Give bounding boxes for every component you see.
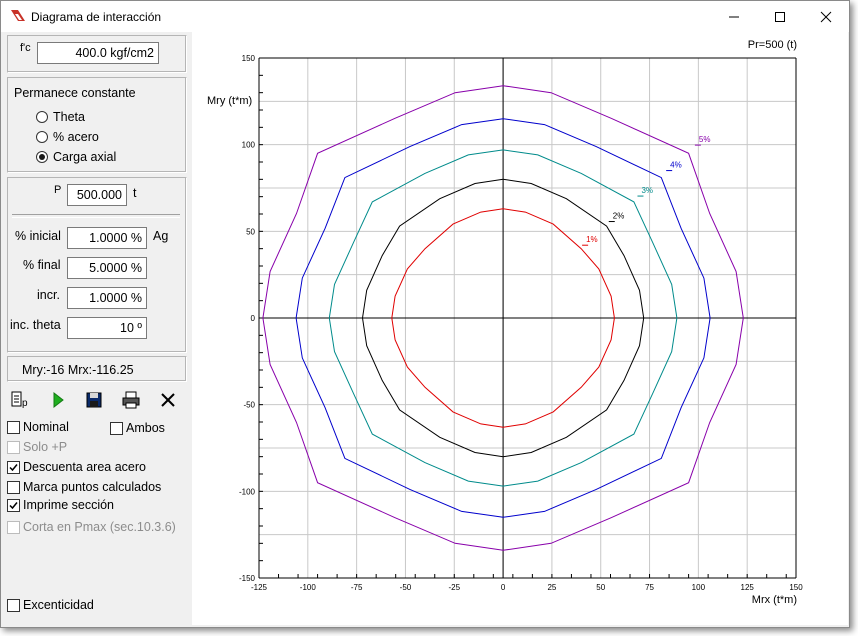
window-title: Diagrama de interacción (31, 10, 162, 24)
y-axis-label: Mry (t*m) (207, 95, 252, 107)
print-icon (122, 391, 140, 409)
radio-theta-label: Theta (53, 110, 85, 124)
section-icon: p (11, 391, 28, 409)
ambos-checkbox[interactable] (110, 422, 123, 435)
solo-p-label: Solo +P (23, 440, 68, 454)
check-icon (9, 502, 18, 510)
title-bar[interactable]: Diagrama de interacción (1, 1, 849, 32)
minimize-icon (729, 16, 739, 18)
close-x-icon (161, 393, 175, 407)
x-tick-label: 125 (741, 583, 755, 592)
chart-area: -125 -100 -75 -50 -25 0 25 50 75 100 125 150 150 100 5… (192, 32, 848, 625)
print-button[interactable] (121, 390, 141, 410)
imprime-label: Imprime sección (23, 498, 114, 512)
radio-acero[interactable] (36, 131, 48, 143)
status-text: Mry:-16 Mrx:-116.25 (22, 363, 134, 377)
curve-label: 2% (613, 212, 625, 221)
curve-label: 5% (699, 135, 711, 144)
app-window: Diagrama de interacción f'c 400.0 kgf/cm… (0, 0, 850, 628)
inc-theta-input[interactable]: 10 º (67, 317, 147, 339)
section-button-label: p (22, 398, 28, 409)
interaction-diagram[interactable]: -125 -100 -75 -50 -25 0 25 50 75 100 125 150 150 100 5… (192, 32, 848, 625)
descuenta-label: Descuenta area acero (23, 460, 146, 474)
y-tick-label: -150 (239, 574, 256, 583)
close-button[interactable] (803, 1, 849, 32)
minimize-button[interactable] (711, 1, 757, 32)
tick-labels: -125 -100 -75 -50 -25 0 25 50 75 100 125 150 150 100 5… (239, 54, 803, 592)
x-tick-label: 25 (547, 583, 556, 592)
x-tick-label: 50 (596, 583, 605, 592)
pct-inicial-label: % inicial (15, 229, 61, 243)
check-icon (9, 464, 18, 472)
save-button[interactable] (84, 390, 104, 410)
pct-inicial-unit: Ag (153, 229, 169, 243)
corner-label: Pr=500 (t) (748, 39, 797, 51)
y-tick-label: 150 (242, 54, 256, 63)
x-tick-label: -75 (351, 583, 363, 592)
x-tick-label: -25 (448, 583, 460, 592)
control-panel: f'c 400.0 kgf/cm2 Permanece constante Th… (2, 32, 191, 624)
section-button[interactable]: p (10, 390, 30, 410)
clear-button[interactable] (158, 390, 178, 410)
x-tick-label: 100 (692, 583, 706, 592)
save-icon (86, 392, 102, 408)
incr-label: incr. (37, 288, 60, 302)
corta-checkbox (7, 521, 20, 534)
app-icon (11, 10, 25, 21)
play-icon (53, 391, 64, 409)
ambos-label: Ambos (126, 421, 165, 435)
y-tick-label: 0 (251, 314, 256, 323)
close-icon (820, 11, 832, 23)
inc-theta-label: inc. theta (10, 318, 61, 332)
p-label: P (54, 184, 62, 196)
radio-carga-axial[interactable] (36, 151, 48, 163)
x-tick-label: -125 (251, 583, 268, 592)
solo-p-checkbox (7, 441, 20, 454)
nominal-checkbox[interactable] (7, 421, 20, 434)
incr-input[interactable]: 1.0000 % (67, 287, 147, 309)
play-button[interactable] (48, 390, 68, 410)
constant-title: Permanece constante (14, 86, 136, 100)
excentricidad-label: Excenticidad (23, 598, 94, 612)
curve-label: 3% (641, 186, 653, 195)
x-tick-label: -100 (300, 583, 317, 592)
corta-label: Corta en Pmax (sec.10.3.6) (23, 520, 176, 534)
descuenta-checkbox[interactable] (7, 461, 20, 474)
p-unit: t (133, 186, 137, 200)
curve-label: 4% (670, 161, 682, 170)
marca-checkbox[interactable] (7, 481, 20, 494)
y-tick-label: 50 (246, 227, 255, 236)
maximize-icon (775, 12, 785, 22)
fc-label: f'c (20, 42, 31, 54)
radio-acero-label: % acero (53, 130, 99, 144)
x-axis-label: Mrx (t*m) (752, 594, 797, 606)
x-tick-label: -50 (400, 583, 412, 592)
marca-label: Marca puntos calculados (23, 480, 162, 494)
imprime-checkbox[interactable] (7, 499, 20, 512)
x-tick-label: 0 (501, 583, 506, 592)
nominal-label: Nominal (23, 420, 69, 434)
radio-theta[interactable] (36, 111, 48, 123)
excentricidad-checkbox[interactable] (7, 599, 20, 612)
y-tick-label: -50 (243, 401, 255, 410)
pct-final-label: % final (23, 258, 61, 272)
x-tick-label: 75 (645, 583, 654, 592)
pct-inicial-input[interactable]: 1.0000 % (67, 227, 147, 249)
radio-carga-axial-label: Carga axial (53, 150, 117, 164)
curve-label: 1% (586, 235, 598, 244)
x-tick-label: 150 (789, 583, 803, 592)
fc-input[interactable]: 400.0 kgf/cm2 (37, 42, 159, 64)
maximize-button[interactable] (757, 1, 803, 32)
p-input[interactable]: 500.000 (67, 184, 127, 206)
y-tick-label: 100 (242, 141, 256, 150)
y-tick-label: -100 (239, 487, 256, 496)
axes (258, 57, 797, 579)
pct-final-input[interactable]: 5.0000 % (67, 257, 147, 279)
separator (12, 214, 180, 218)
